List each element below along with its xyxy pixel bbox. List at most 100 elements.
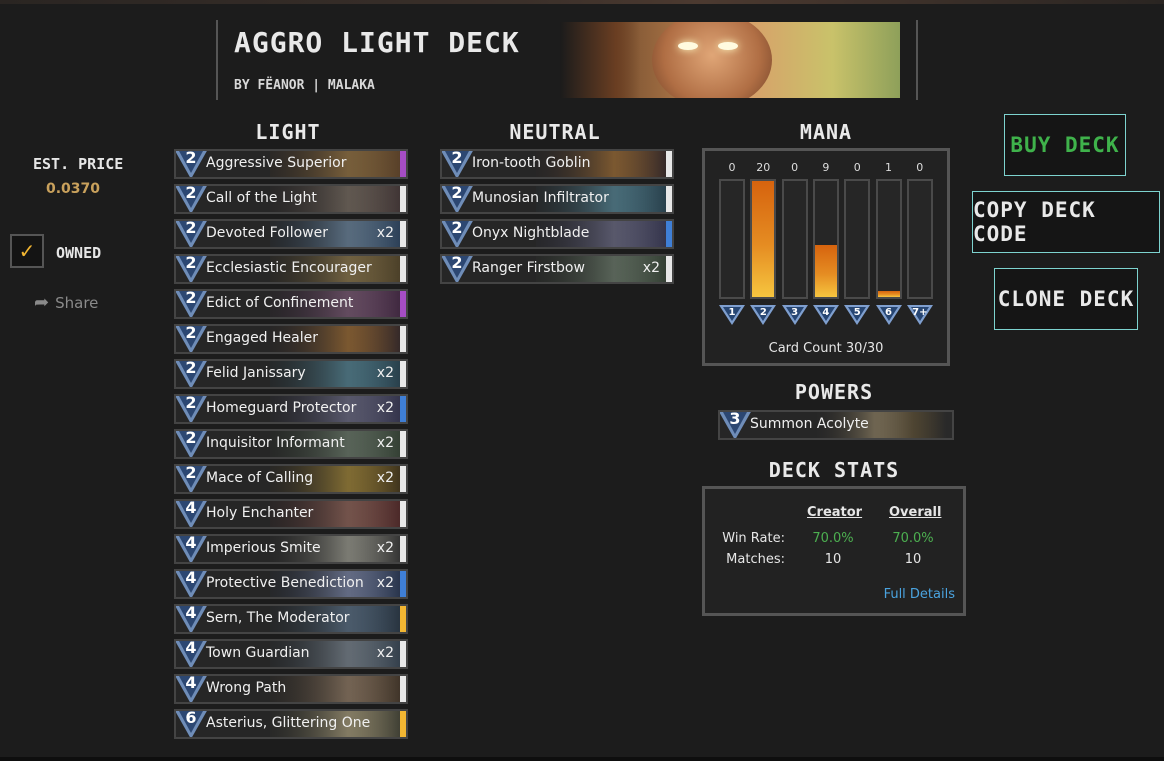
card-row[interactable]: 2 Inquisitor Informant x2 <box>174 429 408 459</box>
mana-cost-gem-icon: 2 <box>442 151 474 177</box>
card-name: Ecclesiastic Encourager <box>206 260 372 276</box>
rarity-indicator <box>400 571 406 597</box>
card-row[interactable]: 4 Protective Benediction x2 <box>174 569 408 599</box>
clone-deck-button[interactable]: CLONE DECK <box>994 268 1138 330</box>
card-name: Munosian Infiltrator <box>472 190 609 206</box>
mana-cost-filter-icon[interactable]: 3 <box>781 305 809 327</box>
mana-bar <box>750 179 777 299</box>
card-row[interactable]: 2 Iron-tooth Goblin <box>440 149 674 179</box>
rarity-indicator <box>400 606 406 632</box>
mana-cost-label: 6 <box>885 307 892 318</box>
card-row[interactable]: 4 Holy Enchanter <box>174 499 408 529</box>
card-row[interactable]: 3 Summon Acolyte <box>718 410 954 440</box>
mana-cost-filter-icon[interactable]: 7+ <box>906 305 934 327</box>
card-name: Engaged Healer <box>206 330 318 346</box>
card-count-label: x2 <box>376 470 394 486</box>
mana-bar <box>719 179 745 299</box>
card-row[interactable]: 6 Asterius, Glittering One <box>174 709 408 739</box>
card-row[interactable]: 2 Homeguard Protector x2 <box>174 394 408 424</box>
mana-cost-gem-icon: 2 <box>176 394 208 422</box>
card-name: Mace of Calling <box>206 470 314 486</box>
card-name: Inquisitor Informant <box>206 435 345 451</box>
mana-cost-filter-icon[interactable]: 1 <box>718 305 746 327</box>
mana-cost-gem-icon: 2 <box>176 431 208 457</box>
mana-cost-gem-icon: 2 <box>176 361 208 387</box>
mana-count-label: 9 <box>822 161 830 174</box>
mana-cost-filter-icon[interactable]: 2 <box>749 305 777 327</box>
share-button[interactable]: ➦ Share <box>34 292 98 313</box>
card-cost: 4 <box>185 639 197 657</box>
copy-deck-code-button[interactable]: COPY DECK CODE <box>972 191 1160 253</box>
card-row[interactable]: 2 Onyx Nightblade <box>440 219 674 249</box>
full-details-link[interactable]: Full Details <box>884 587 955 602</box>
owned-label: OWNED <box>56 244 102 262</box>
mana-count-label: 1 <box>885 161 892 174</box>
card-row[interactable]: 4 Town Guardian x2 <box>174 639 408 669</box>
card-row[interactable]: 2 Engaged Healer <box>174 324 408 354</box>
mana-cost-gem-icon: 4 <box>176 639 208 667</box>
card-row[interactable]: 4 Wrong Path <box>174 674 408 704</box>
card-cost: 4 <box>185 604 197 622</box>
card-cost: 2 <box>451 219 463 237</box>
stats-overall-value: 70.0% <box>892 531 934 546</box>
card-row[interactable]: 2 Munosian Infiltrator <box>440 184 674 214</box>
deck-stats-panel: Creator Overall Full Details Win Rate: 70… <box>702 486 966 616</box>
card-cost: 4 <box>185 674 197 692</box>
mana-cost-gem-icon: 4 <box>176 571 208 597</box>
buy-deck-button[interactable]: BUY DECK <box>1004 114 1126 176</box>
neutral-column-title: NEUTRAL <box>509 120 601 144</box>
rarity-indicator <box>400 221 406 247</box>
card-name: Edict of Confinement <box>206 295 354 311</box>
card-cost: 2 <box>185 324 197 342</box>
card-row[interactable]: 2 Felid Janissary x2 <box>174 359 408 389</box>
card-cost: 4 <box>185 534 197 552</box>
card-name: Iron-tooth Goblin <box>472 155 591 171</box>
card-row[interactable]: 4 Imperious Smite x2 <box>174 534 408 564</box>
header-divider-left <box>216 20 218 100</box>
rarity-indicator <box>400 536 406 562</box>
card-row[interactable]: 2 Call of the Light <box>174 184 408 214</box>
mana-cost-gem-icon: 2 <box>176 466 208 492</box>
stats-creator-value: 10 <box>824 552 842 567</box>
card-row[interactable]: 4 Sern, The Moderator <box>174 604 408 634</box>
card-row[interactable]: 2 Devoted Follower x2 <box>174 219 408 249</box>
card-row[interactable]: 2 Aggressive Superior <box>174 149 408 179</box>
mana-cost-gem-icon: 2 <box>442 256 474 282</box>
card-row[interactable]: 2 Ranger Firstbow x2 <box>440 254 674 284</box>
rarity-indicator <box>400 431 406 457</box>
card-name: Wrong Path <box>206 680 287 696</box>
rarity-indicator <box>400 151 406 177</box>
deck-title: AGGRO LIGHT DECK <box>234 26 520 59</box>
mana-cost-filter-icon[interactable]: 4 <box>812 305 840 327</box>
card-row[interactable]: 2 Edict of Confinement <box>174 289 408 319</box>
header-divider-right <box>916 20 918 100</box>
mana-cost-gem-icon: 2 <box>176 221 208 247</box>
mana-cost-gem-icon: 2 <box>176 151 208 177</box>
mana-bar <box>906 179 933 299</box>
card-name: Protective Benediction <box>206 575 364 591</box>
card-name: Devoted Follower <box>206 225 328 241</box>
mana-cost-filter-icon[interactable]: 6 <box>875 305 903 327</box>
rarity-indicator <box>400 396 406 422</box>
mana-count-label: 0 <box>916 161 924 174</box>
mana-count-label: 0 <box>853 161 861 174</box>
stats-row-label: Win Rate: <box>722 531 785 546</box>
card-count: Card Count 30/30 <box>768 341 884 356</box>
mana-cost-gem-icon: 4 <box>176 674 208 702</box>
card-name: Ranger Firstbow <box>472 260 585 276</box>
card-count-label: x2 <box>376 400 394 416</box>
card-cost: 3 <box>729 410 741 428</box>
card-row[interactable]: 2 Mace of Calling x2 <box>174 464 408 494</box>
card-name: Homeguard Protector <box>206 400 357 416</box>
rarity-indicator <box>400 361 406 387</box>
mana-bar-fill <box>814 244 837 297</box>
card-cost: 2 <box>185 289 197 307</box>
mana-cost-filter-icon[interactable]: 5 <box>843 305 871 327</box>
card-name: Imperious Smite <box>206 540 321 556</box>
owned-checkbox[interactable]: ✓ <box>10 234 44 268</box>
mana-bar-fill <box>752 181 775 297</box>
rarity-indicator <box>400 641 406 667</box>
card-row[interactable]: 2 Ecclesiastic Encourager <box>174 254 408 284</box>
card-cost: 2 <box>185 394 197 412</box>
card-count-label: x2 <box>376 575 394 591</box>
